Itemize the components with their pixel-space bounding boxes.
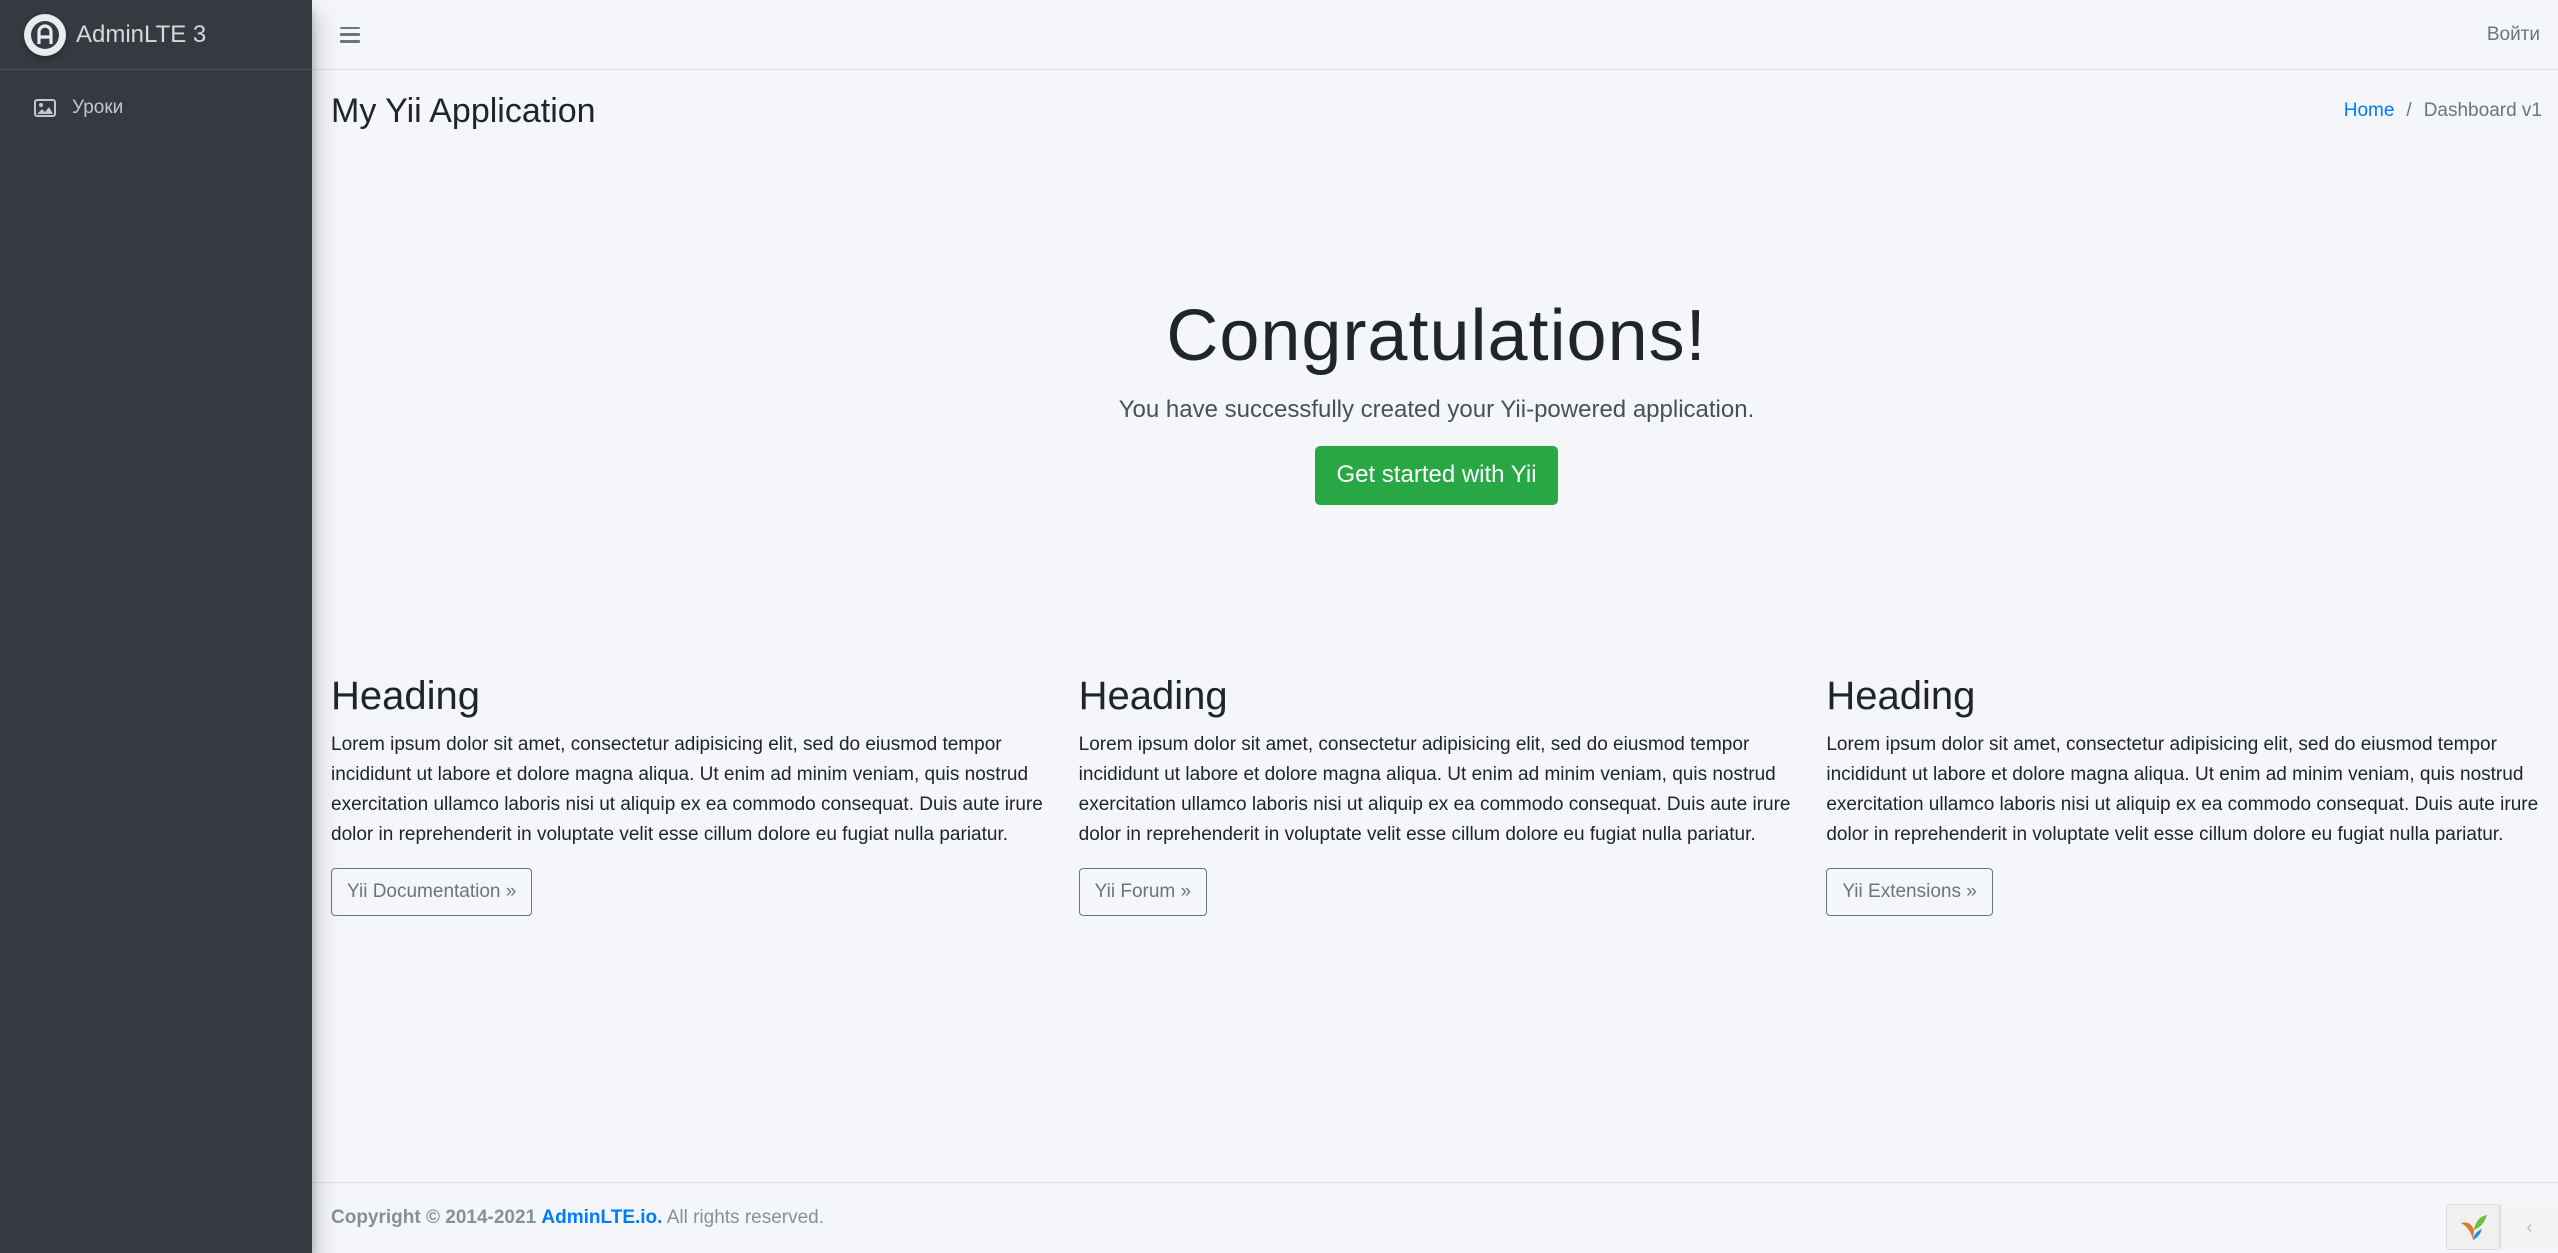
get-started-button[interactable]: Get started with Yii — [1315, 446, 1558, 505]
jumbotron: Congratulations! You have successfully c… — [331, 300, 2542, 505]
column-heading: Heading — [1826, 674, 1976, 718]
column-text: Lorem ipsum dolor sit amet, consectetur … — [331, 734, 1043, 845]
column-heading: Heading — [331, 674, 481, 718]
feature-column: Heading Lorem ipsum dolor sit amet, cons… — [331, 672, 1047, 916]
yii-extensions-button[interactable]: Yii Extensions » — [1826, 868, 1993, 916]
main-sidebar: AdminLTE 3 Уроки — [0, 0, 312, 1253]
breadcrumb-home-link[interactable]: Home — [2344, 100, 2395, 122]
sidebar-item-lessons[interactable]: Уроки — [14, 84, 298, 132]
feature-column: Heading Lorem ipsum dolor sit amet, cons… — [1078, 672, 1795, 916]
rights-text: All rights reserved. — [666, 1207, 825, 1228]
yii-forum-button[interactable]: Yii Forum » — [1078, 868, 1208, 916]
login-link[interactable]: Войти — [2487, 24, 2540, 46]
breadcrumb: Home / Dashboard v1 — [2344, 100, 2542, 122]
footer-copyright: Copyright © 2014-2021 AdminLTE.io. All r… — [331, 1207, 824, 1229]
content-header: My Yii Application Home / Dashboard v1 — [331, 86, 2542, 136]
brand-text: AdminLTE 3 — [76, 20, 207, 48]
feature-columns: Heading Lorem ipsum dolor sit amet, cons… — [331, 672, 2542, 916]
page-title: My Yii Application — [331, 91, 596, 130]
column-text: Lorem ipsum dolor sit amet, consectetur … — [1078, 734, 1791, 845]
yii-documentation-button[interactable]: Yii Documentation » — [331, 868, 533, 916]
jumbotron-title: Congratulations! — [1166, 296, 1707, 376]
adminlte-logo-icon — [24, 13, 66, 56]
chevron-left-icon[interactable]: ‹ — [2500, 1204, 2558, 1250]
sidebar-item-label: Уроки — [72, 97, 124, 118]
brand-link[interactable]: AdminLTE 3 — [0, 0, 312, 70]
breadcrumb-current: Dashboard v1 — [2423, 100, 2542, 121]
copyright-text: Copyright © 2014-2021 — [331, 1207, 537, 1228]
menu-toggle-icon[interactable] — [340, 26, 360, 43]
sidebar-nav: Уроки — [0, 70, 312, 132]
main-footer: Copyright © 2014-2021 AdminLTE.io. All r… — [312, 1182, 2558, 1253]
column-heading: Heading — [1078, 674, 1228, 718]
jumbotron-lead: You have successfully created your Yii-p… — [1118, 396, 1755, 423]
breadcrumb-separator: / — [2406, 100, 2412, 121]
adminlte-link[interactable]: AdminLTE.io. — [541, 1207, 662, 1228]
top-navbar: Войти — [312, 0, 2558, 70]
yii-debug-logo-icon[interactable] — [2446, 1204, 2500, 1250]
column-text: Lorem ipsum dolor sit amet, consectetur … — [1826, 734, 2539, 845]
image-icon — [34, 98, 58, 118]
feature-column: Heading Lorem ipsum dolor sit amet, cons… — [1826, 672, 2542, 916]
